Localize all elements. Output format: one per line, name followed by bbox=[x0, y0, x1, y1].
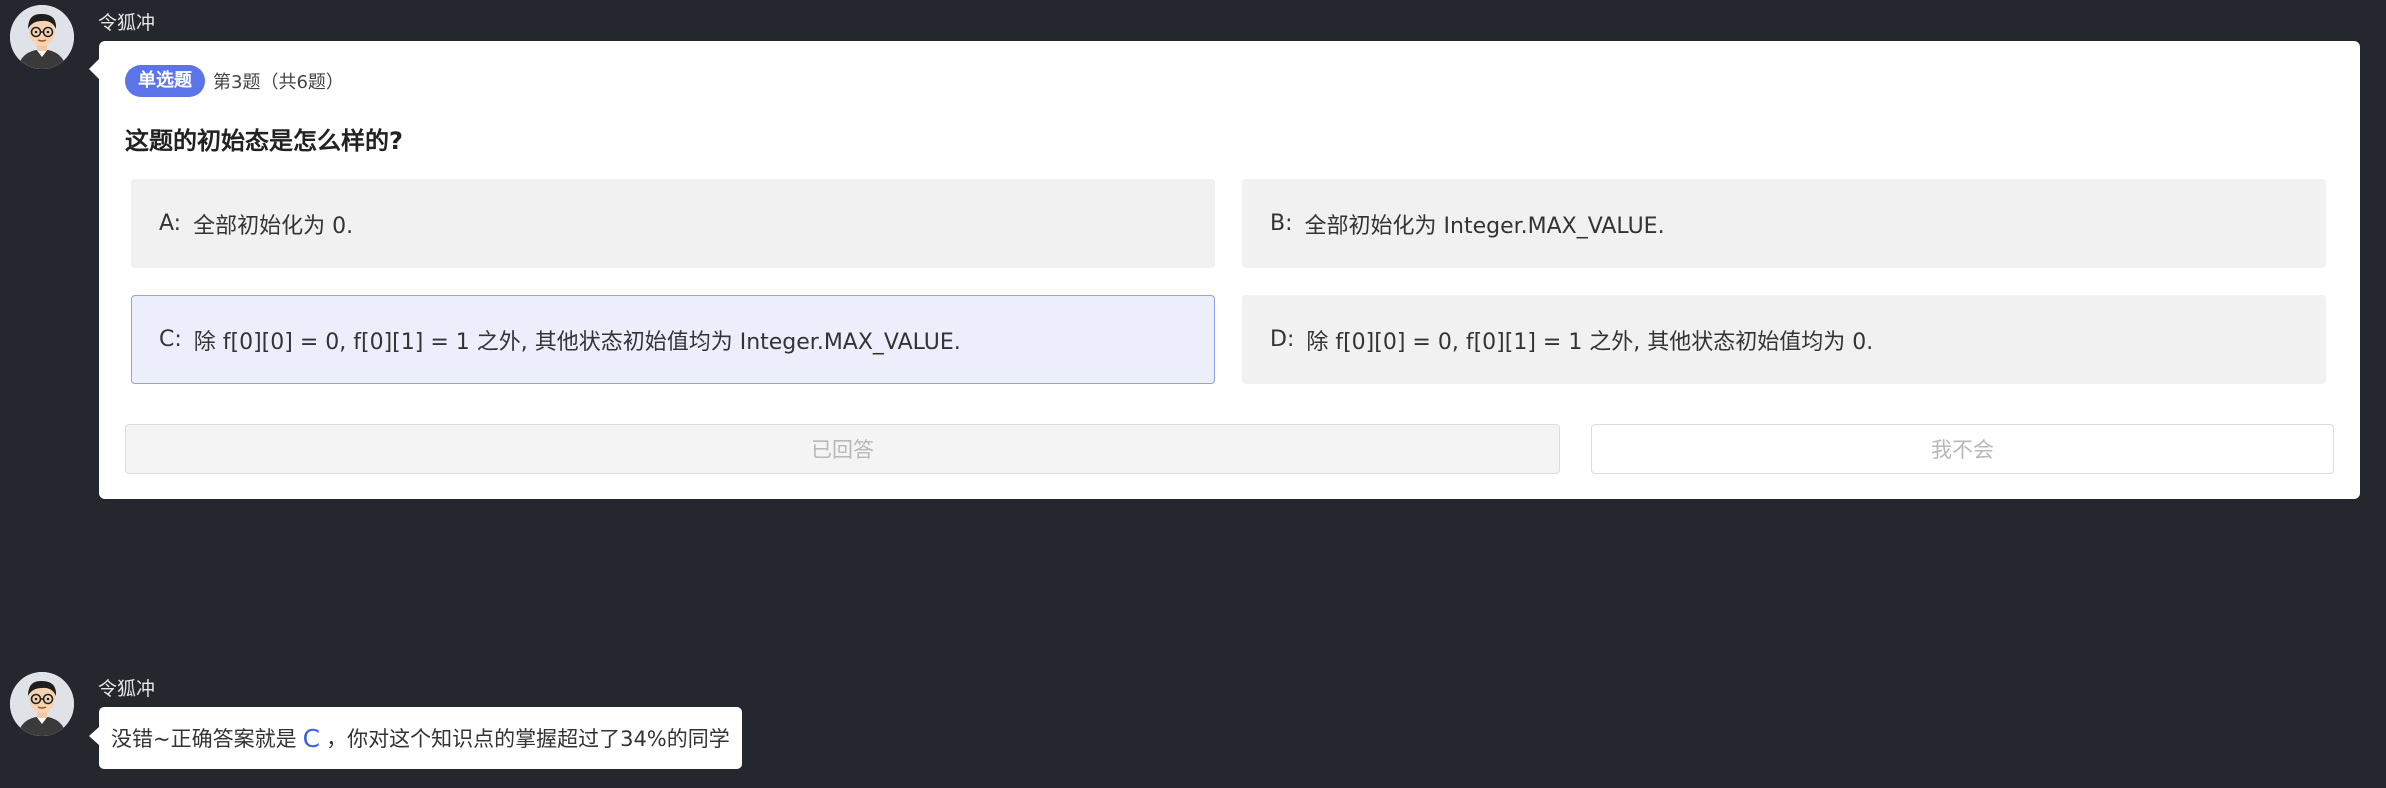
username: 令狐冲 bbox=[98, 12, 156, 34]
avatar-icon bbox=[10, 672, 74, 736]
quiz-card: 单选题 第3题（共6题） 这题的初始态是怎么样的? A: 全部初始化为 0. B… bbox=[89, 41, 2360, 499]
correct-answer: C bbox=[302, 723, 321, 753]
option-key: B: bbox=[1270, 211, 1293, 236]
question-type-badge: 单选题 bbox=[125, 65, 205, 97]
option-text: 除 f[0][0] = 0, f[0][1] = 1 之外, 其他状态初始值均为… bbox=[193, 329, 961, 355]
avatar bbox=[10, 5, 74, 69]
option-d[interactable]: D: 除 f[0][0] = 0, f[0][1] = 1 之外, 其他状态初始… bbox=[1242, 295, 2326, 384]
option-key: C: bbox=[159, 327, 182, 352]
username: 令狐冲 bbox=[98, 678, 156, 700]
option-b[interactable]: B: 全部初始化为 Integer.MAX_VALUE. bbox=[1242, 179, 2326, 268]
option-key: A: bbox=[159, 211, 182, 236]
reply-suffix: ，你对这个知识点的掌握超过了34%的同学 bbox=[326, 727, 730, 751]
option-a[interactable]: A: 全部初始化为 0. bbox=[131, 179, 1215, 268]
option-text: 除 f[0][0] = 0, f[0][1] = 1 之外, 其他状态初始值均为… bbox=[1306, 329, 1874, 355]
reply-prefix: 没错~正确答案就是 bbox=[111, 727, 297, 751]
option-text: 全部初始化为 Integer.MAX_VALUE. bbox=[1304, 213, 1665, 239]
dont-know-button[interactable]: 我不会 bbox=[1591, 424, 2334, 474]
option-key: D: bbox=[1270, 327, 1295, 352]
answered-button[interactable]: 已回答 bbox=[125, 424, 1560, 474]
avatar-icon bbox=[10, 5, 74, 69]
question-index: 第3题（共6题） bbox=[213, 72, 344, 93]
option-text: 全部初始化为 0. bbox=[193, 213, 354, 239]
option-c[interactable]: C: 除 f[0][0] = 0, f[0][1] = 1 之外, 其他状态初始… bbox=[131, 295, 1215, 384]
reply-bubble: 没错~正确答案就是 C ，你对这个知识点的掌握超过了34%的同学 bbox=[89, 707, 742, 769]
avatar bbox=[10, 672, 74, 736]
quiz-header: 单选题 第3题（共6题） bbox=[125, 65, 344, 97]
question-title: 这题的初始态是怎么样的? bbox=[125, 127, 403, 155]
